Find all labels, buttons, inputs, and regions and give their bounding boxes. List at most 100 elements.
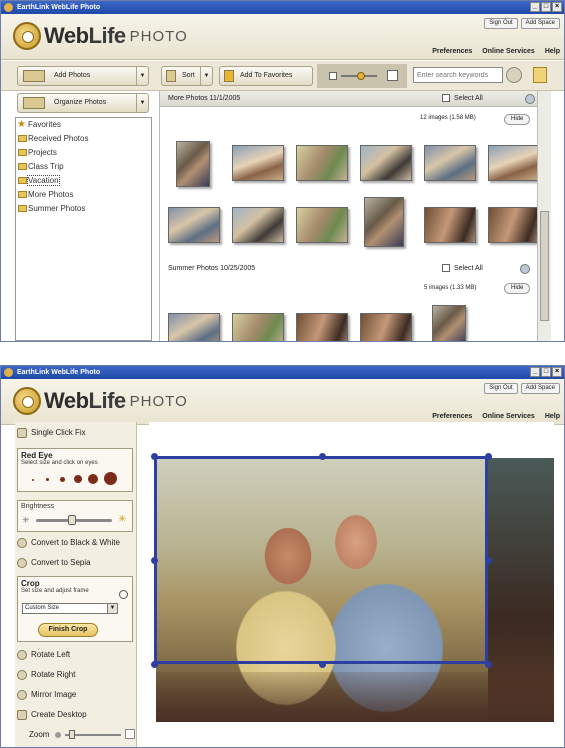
tree-item-favorites[interactable]: ★ Favorites xyxy=(16,118,151,132)
chevron-down-icon[interactable]: ▼ xyxy=(107,604,117,613)
tree-item-more-photos[interactable]: More Photos xyxy=(16,188,151,202)
crop-handle-bottom-right[interactable] xyxy=(485,661,492,668)
preferences-link[interactable]: Preferences xyxy=(432,48,472,55)
select-all-checkbox[interactable]: Select All xyxy=(442,261,483,277)
section-title: Summer Photos 10/25/2005 xyxy=(168,265,256,272)
tree-item-summer-photos[interactable]: Summer Photos xyxy=(16,202,151,216)
add-space-button[interactable]: Add Space xyxy=(520,383,560,394)
photo-thumbnail[interactable] xyxy=(488,207,540,243)
crop-handle-bottom[interactable] xyxy=(319,661,326,668)
photo-thumbnail[interactable] xyxy=(296,313,348,341)
photo-thumbnail[interactable] xyxy=(176,141,210,187)
mirror-image-button[interactable]: Mirror Image xyxy=(15,688,137,702)
close-button[interactable]: × xyxy=(552,367,562,377)
sign-out-button[interactable]: Sign Out xyxy=(484,18,518,29)
photo-foreground-shade xyxy=(156,672,554,722)
maximize-button[interactable]: □ xyxy=(541,367,551,377)
add-photos-button[interactable]: Add Photos ▼ xyxy=(17,66,149,86)
photo-thumbnail[interactable] xyxy=(296,207,348,243)
photo-thumbnail[interactable] xyxy=(168,207,220,243)
brightness-slider-handle[interactable] xyxy=(68,515,76,525)
zoom-slider-handle[interactable] xyxy=(69,730,75,739)
hide-button[interactable]: Hide xyxy=(504,283,531,294)
small-thumb-icon[interactable] xyxy=(329,72,337,80)
red-eye-size-5[interactable] xyxy=(88,474,98,484)
minimize-button[interactable]: _ xyxy=(530,2,540,12)
help-link[interactable]: Help xyxy=(545,48,560,55)
add-photos-icon xyxy=(23,70,45,82)
photo-thumbnail[interactable] xyxy=(232,145,284,181)
chevron-down-icon[interactable]: ▼ xyxy=(136,94,148,112)
zoom-in-icon[interactable] xyxy=(125,729,135,739)
desktop-icon xyxy=(17,710,27,720)
crop-orientation-icon[interactable] xyxy=(119,590,128,599)
search-icon[interactable] xyxy=(506,67,522,83)
maximize-button[interactable]: □ xyxy=(541,2,551,12)
scrollbar-thumb[interactable] xyxy=(540,211,549,321)
select-all-checkbox[interactable]: Select All xyxy=(442,91,483,107)
photo-thumbnail[interactable] xyxy=(168,313,220,341)
online-services-link[interactable]: Online Services xyxy=(482,48,535,55)
large-thumb-icon[interactable] xyxy=(387,70,398,81)
photo-thumbnail[interactable] xyxy=(360,145,412,181)
photo-thumbnail[interactable] xyxy=(232,313,284,341)
sign-out-button[interactable]: Sign Out xyxy=(484,383,518,394)
photo-editing-canvas[interactable] xyxy=(149,422,554,747)
photo-thumbnail[interactable] xyxy=(488,145,540,181)
sort-label: Sort xyxy=(182,72,195,79)
rotate-right-button[interactable]: Rotate Right xyxy=(15,668,137,682)
create-desktop-button[interactable]: Create Desktop xyxy=(15,708,137,722)
finish-crop-button[interactable]: Finish Crop xyxy=(38,623,98,637)
zoom-out-icon[interactable] xyxy=(55,732,61,738)
search-input[interactable] xyxy=(413,67,503,83)
crop-handle-bottom-left[interactable] xyxy=(151,661,158,668)
photo-thumbnail[interactable] xyxy=(360,313,412,341)
photo-thumbnail[interactable] xyxy=(296,145,348,181)
info-icon[interactable] xyxy=(525,94,535,104)
sort-button[interactable]: Sort ▼ xyxy=(161,66,213,86)
photo-thumbnail[interactable] xyxy=(424,145,476,181)
online-services-link[interactable]: Online Services xyxy=(482,413,535,420)
red-eye-size-6[interactable] xyxy=(104,472,117,485)
tree-item-projects[interactable]: Projects xyxy=(16,146,151,160)
photo-thumbnail[interactable] xyxy=(424,207,476,243)
crop-title: Crop xyxy=(21,579,40,588)
photo-thumbnail[interactable] xyxy=(232,207,284,243)
crop-handle-top-left[interactable] xyxy=(151,453,158,460)
convert-sepia-button[interactable]: Convert to Sepia xyxy=(15,556,137,570)
organize-photos-button[interactable]: Organize Photos ▼ xyxy=(17,93,149,113)
add-to-favorites-button[interactable]: Add To Favorites xyxy=(219,66,313,86)
chevron-down-icon[interactable]: ▼ xyxy=(200,67,212,85)
vertical-scrollbar[interactable] xyxy=(537,91,551,341)
crop-handle-left[interactable] xyxy=(151,557,158,564)
red-eye-size-1[interactable] xyxy=(32,479,34,481)
slider-handle[interactable] xyxy=(357,72,365,80)
preferences-link[interactable]: Preferences xyxy=(432,413,472,420)
info-icon[interactable] xyxy=(520,264,530,274)
add-space-button[interactable]: Add Space xyxy=(520,18,560,29)
hide-button[interactable]: Hide xyxy=(504,114,531,125)
crop-size-select[interactable]: Custom Size ▼ xyxy=(22,603,118,614)
red-eye-size-4[interactable] xyxy=(74,475,82,483)
tree-item-class-trip[interactable]: Class Trip xyxy=(16,160,151,174)
photo-thumbnail[interactable] xyxy=(364,197,404,247)
photo-thumbnail[interactable] xyxy=(432,305,466,341)
minimize-button[interactable]: _ xyxy=(530,367,540,377)
red-eye-size-2[interactable] xyxy=(46,478,49,481)
help-link[interactable]: Help xyxy=(545,413,560,420)
close-button[interactable]: × xyxy=(552,2,562,12)
chevron-down-icon[interactable]: ▼ xyxy=(136,67,148,85)
folder-icon xyxy=(18,149,27,156)
crop-handle-top-right[interactable] xyxy=(485,453,492,460)
rotate-left-button[interactable]: Rotate Left xyxy=(15,648,137,662)
crop-handle-top[interactable] xyxy=(319,453,326,460)
crop-handle-right[interactable] xyxy=(485,557,492,564)
single-click-fix-button[interactable]: Single Click Fix xyxy=(15,426,137,440)
tree-item-received-photos[interactable]: Received Photos xyxy=(16,132,151,146)
red-eye-size-3[interactable] xyxy=(60,477,65,482)
crop-frame[interactable] xyxy=(154,456,488,664)
folder-icon[interactable] xyxy=(533,67,547,83)
tree-item-vacation[interactable]: Vacation xyxy=(16,174,151,188)
convert-black-white-button[interactable]: Convert to Black & White xyxy=(15,536,137,550)
mirror-image-label: Mirror Image xyxy=(31,690,77,699)
